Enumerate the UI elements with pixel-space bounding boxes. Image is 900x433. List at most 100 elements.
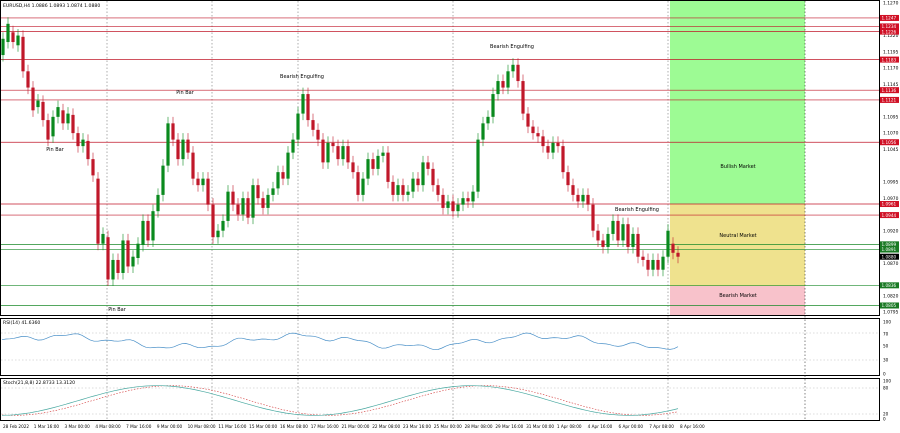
- candle: [336, 146, 340, 160]
- candle: [176, 139, 180, 160]
- candle: [131, 256, 135, 267]
- time-axis-label: 21 Mar 00:00: [342, 424, 370, 429]
- candle: [656, 259, 660, 270]
- time-axis-label: 7 Mar 16:00: [126, 424, 152, 429]
- candle: [496, 81, 500, 95]
- candle: [451, 201, 455, 212]
- stoch-title: Stoch(21,8,8) 22.8733 13.3120: [3, 380, 75, 386]
- candle: [376, 155, 380, 169]
- candle: [251, 185, 255, 218]
- candle: [646, 259, 650, 270]
- annotation-pin-bar-3: Pin Bar: [108, 307, 127, 313]
- time-axis-label: 6 Apr 00:00: [618, 424, 643, 429]
- candle: [101, 233, 105, 244]
- stoch-axis-label: 0: [883, 417, 886, 422]
- candle: [66, 113, 70, 124]
- candle: [511, 64, 515, 72]
- candle: [441, 194, 445, 208]
- candle: [626, 224, 630, 247]
- bearish-zone-label: Bearish Market: [719, 293, 757, 299]
- candle: [41, 101, 45, 121]
- candle: [61, 110, 65, 124]
- candle: [236, 204, 240, 215]
- price-axis-label: 1.0795: [883, 310, 899, 316]
- candle: [381, 152, 385, 156]
- candle: [171, 123, 175, 140]
- candle: [481, 123, 485, 140]
- annotation-bearish-engulfing-1: Bearish Engulfing: [280, 74, 324, 80]
- candle: [651, 259, 655, 270]
- candle: [436, 185, 440, 195]
- candle: [676, 252, 680, 257]
- candle: [311, 120, 315, 130]
- candle: [91, 159, 95, 176]
- candle: [516, 64, 520, 82]
- time-axis-label: 28 Feb 2022: [3, 424, 29, 429]
- rsi-panel[interactable]: [0, 318, 880, 376]
- stoch-axis-label: 80: [883, 386, 889, 391]
- candle: [341, 146, 345, 160]
- candle: [261, 198, 265, 208]
- candle: [161, 165, 165, 195]
- candle: [156, 194, 160, 212]
- candle: [271, 188, 275, 195]
- candle: [351, 162, 355, 173]
- candle: [416, 178, 420, 186]
- candle: [661, 256, 665, 270]
- candle: [1, 38, 5, 56]
- time-axis-label: 1 Apr 08:00: [557, 424, 582, 429]
- candle: [276, 172, 280, 189]
- rsi-title: RSI(14) 41.6360: [3, 320, 40, 326]
- trading-chart[interactable]: Bullish Market Neutral Market Bearish Ma…: [0, 0, 900, 433]
- rsi-axis-label: 30: [883, 358, 889, 363]
- price-axis: 1.12701.12201.11951.11701.11451.10951.10…: [883, 1, 899, 316]
- candle: [581, 194, 585, 202]
- symbol-header: EURUSD,H4 1.0886 1.0893 1.0874 1.0880: [3, 3, 100, 9]
- level-tag-label: 1.1121: [882, 98, 897, 103]
- candle: [641, 256, 645, 260]
- stoch-axis: 10080200: [883, 379, 891, 422]
- candle: [196, 178, 200, 186]
- price-axis-label: 1.1070: [883, 131, 899, 137]
- bullish-zone-label: Bullish Market: [720, 164, 755, 170]
- candle: [501, 81, 505, 88]
- candle: [546, 146, 550, 153]
- price-axis-label: 1.1095: [883, 114, 899, 120]
- candle: [71, 114, 75, 134]
- candle: [541, 136, 545, 147]
- price-axis-label: 1.0920: [883, 228, 899, 234]
- candle: [326, 142, 330, 163]
- candle: [461, 198, 465, 205]
- candle: [96, 178, 100, 244]
- candle: [256, 185, 260, 199]
- candle: [491, 94, 495, 117]
- candle: [136, 243, 140, 259]
- time-axis-label: 8 Apr 16:00: [680, 424, 705, 429]
- time-axis: 28 Feb 2022 1 Mar 16:00 3 Mar 00:00 4 Mar 0…: [3, 424, 705, 429]
- candle: [36, 100, 40, 108]
- candle: [86, 140, 90, 160]
- candle: [246, 198, 250, 218]
- level-tag-label: 1.0836: [882, 283, 897, 288]
- candle: [221, 220, 225, 231]
- candle: [31, 87, 35, 111]
- level-tag-label: 1.1226: [882, 29, 897, 34]
- level-tag-label: 1.0880: [882, 254, 897, 259]
- candle: [206, 178, 210, 205]
- candle: [356, 172, 360, 195]
- price-axis-label: 1.0995: [883, 179, 899, 185]
- candle: [366, 159, 370, 179]
- candle: [26, 71, 30, 88]
- neutral-zone: [670, 204, 805, 286]
- time-axis-label: 4 Mar 08:00: [95, 424, 121, 429]
- price-axis-label: 1.1045: [883, 147, 899, 153]
- time-axis-label: 23 Mar 16:00: [403, 424, 431, 429]
- stoch-axis-label: 100: [883, 379, 891, 384]
- time-axis-label: 11 Mar 16:00: [218, 424, 246, 429]
- annotation-pin-bar-1: Pin Bar: [46, 147, 65, 153]
- neutral-zone-label: Neutral Market: [719, 233, 756, 239]
- candle: [466, 198, 470, 202]
- candle: [666, 230, 670, 257]
- time-axis-label: 10 Mar 08:00: [188, 424, 216, 429]
- candle: [586, 194, 590, 205]
